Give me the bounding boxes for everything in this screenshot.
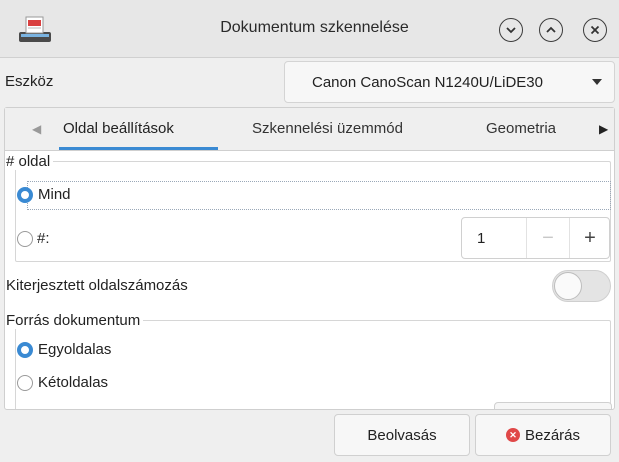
radio-all-pages[interactable]: [17, 187, 33, 203]
close-icon: [590, 25, 600, 35]
device-selected-value: Canon CanoScan N1240U/LiDE30: [312, 73, 543, 91]
page-settings-panel: # oldal Mind #: 1 − + Kiterjesztett olda…: [5, 152, 614, 409]
radio-double-sided-label[interactable]: Kétoldalas: [38, 374, 108, 391]
radio-single-sided-label[interactable]: Egyoldalas: [38, 341, 111, 358]
active-tab-indicator: [59, 147, 218, 150]
close-button[interactable]: ✕ Bezárás: [475, 414, 611, 456]
tab-scan-mode[interactable]: Szkennelési üzemmód: [252, 120, 403, 137]
source-frame-label: Forrás dokumentum: [6, 312, 144, 329]
minimize-button[interactable]: [499, 18, 523, 42]
window-title: Dokumentum szkennelése: [220, 19, 409, 36]
scan-button-label: Beolvasás: [367, 426, 437, 444]
chevron-up-icon: [546, 26, 556, 33]
device-row: Eszköz Canon CanoScan N1240U/LiDE30: [0, 59, 619, 106]
scan-dialog: Dokumentum szkennelése Eszköz Canon Cano…: [0, 0, 619, 462]
radio-double-sided[interactable]: [17, 375, 33, 391]
close-button-label: Bezárás: [524, 426, 581, 444]
radio-page-count[interactable]: [17, 231, 33, 247]
tab-page-settings[interactable]: Oldal beállítások: [63, 120, 174, 137]
maximize-button[interactable]: [539, 18, 563, 42]
device-dropdown[interactable]: Canon CanoScan N1240U/LiDE30: [284, 61, 615, 103]
device-label: Eszköz: [5, 73, 54, 90]
settings-notebook: ◀ Oldal beállítások Szkennelési üzemmód …: [4, 107, 615, 410]
pages-frame-label: # oldal: [6, 153, 54, 170]
extended-numbering-toggle[interactable]: [552, 270, 611, 302]
close-window-button[interactable]: [583, 18, 607, 42]
scan-button[interactable]: Beolvasás: [334, 414, 470, 456]
focus-outline: [27, 181, 611, 210]
radio-page-count-label[interactable]: #:: [37, 230, 50, 247]
tab-scroll-right-icon[interactable]: ▶: [599, 122, 608, 136]
decrement-button[interactable]: −: [526, 218, 569, 258]
extended-numbering-label: Kiterjesztett oldalszámozás: [6, 277, 188, 294]
tab-bar: ◀ Oldal beállítások Szkennelési üzemmód …: [5, 108, 614, 151]
page-count-input[interactable]: 1: [477, 230, 485, 247]
title-bar: Dokumentum szkennelése: [0, 0, 619, 58]
toggle-knob: [554, 272, 582, 300]
close-circle-icon: ✕: [505, 428, 520, 442]
chevron-down-icon: [506, 27, 516, 34]
tab-geometry[interactable]: Geometria: [486, 120, 556, 137]
increment-button[interactable]: +: [569, 218, 610, 258]
radio-single-sided[interactable]: [17, 342, 33, 358]
radio-all-pages-label[interactable]: Mind: [38, 186, 71, 203]
page-count-spinner: 1 − +: [461, 217, 610, 259]
source-frame: [15, 320, 611, 409]
dropdown-caret-icon: [592, 79, 602, 85]
hidden-button-partial[interactable]: [494, 402, 612, 409]
tab-scroll-left-icon[interactable]: ◀: [32, 122, 41, 136]
